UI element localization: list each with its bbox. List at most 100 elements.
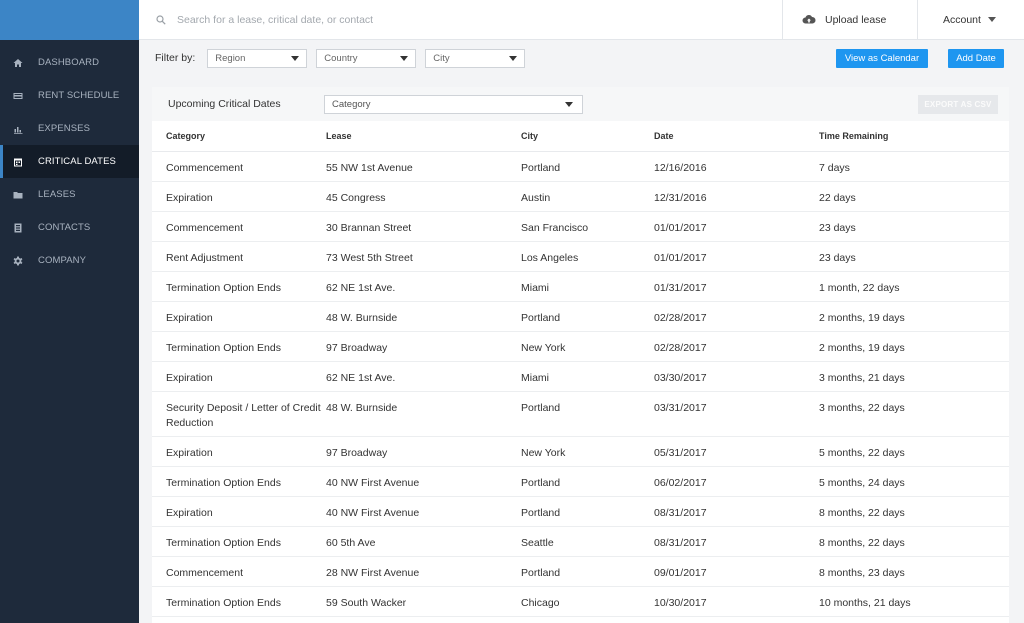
cell-category: Expiration	[152, 436, 326, 467]
cell-category: Termination Option Ends	[152, 466, 326, 497]
cell-date: 08/31/2017	[654, 526, 819, 557]
cell-date: 02/28/2017	[654, 301, 819, 332]
cell-city: Miami	[521, 271, 654, 302]
cell-lease: 62 NE 1st Ave.	[326, 361, 521, 392]
top-bar: Upload lease Account	[139, 0, 1024, 40]
table-row[interactable]: Termination Option Ends 62 NE 1st Ave. Mia…	[152, 271, 1009, 302]
table-row[interactable]: Commencement 30 Brannan Street San Francis…	[152, 211, 1009, 242]
cell-city: Portland	[521, 556, 654, 587]
cell-category: Commencement	[152, 556, 326, 587]
table-row[interactable]: Termination Option Ends 40 NW First Avenu…	[152, 466, 1009, 497]
column-header-city[interactable]: City	[521, 121, 654, 152]
category-select-value: Category	[332, 99, 371, 110]
cell-category: Expiration	[152, 496, 326, 527]
logo-bar[interactable]	[0, 0, 139, 40]
table-row[interactable]: Expiration 45 Congress Austin 12/31/2016 22 …	[152, 181, 1009, 212]
cell-lease: 40 NW First Avenue	[326, 466, 521, 497]
cell-time-remaining: 23 days	[819, 241, 1009, 272]
cell-city: Portland	[521, 496, 654, 527]
cell-lease: 59 South Wacker	[326, 586, 521, 617]
export-csv-button[interactable]: EXPORT AS CSV	[918, 95, 998, 114]
cell-lease: 40 NW First Avenue	[326, 496, 521, 527]
table-row[interactable]: Expiration 62 NE 1st Ave. Miami 03/30/2017 3…	[152, 361, 1009, 392]
sidebar-item-expenses[interactable]: EXPENSES	[0, 112, 139, 145]
sidebar-item-dashboard[interactable]: DASHBOARD	[0, 46, 139, 79]
cell-category: Termination Option Ends	[152, 331, 326, 362]
city-select-value: City	[433, 52, 450, 64]
region-select-value: Region	[215, 52, 246, 64]
cell-date: 03/31/2017	[654, 391, 819, 437]
cell-category: Expiration	[152, 361, 326, 392]
contact-book-icon	[13, 223, 23, 233]
table-row[interactable]: Expiration 48 W. Burnside Portland 02/28/20…	[152, 301, 1009, 332]
cell-city: Portland	[521, 466, 654, 497]
cell-city: Portland	[521, 151, 654, 182]
table-row[interactable]: Commencement 28 NW First Avenue Portland 09…	[152, 556, 1009, 587]
sidebar-item-critical-dates[interactable]: CRITICAL DATES	[0, 145, 139, 178]
table-row[interactable]: Expiration 97 Broadway New York 05/31/2017 5…	[152, 436, 1009, 467]
cell-date: 12/31/2016	[654, 181, 819, 212]
search-box	[139, 0, 782, 39]
cell-category: Commencement	[152, 151, 326, 182]
column-header-date[interactable]: Date	[654, 121, 819, 152]
cell-lease: 28 NW First Avenue	[326, 556, 521, 587]
sidebar-nav: DASHBOARD RENT SCHEDULE EXPENSES CRITICA…	[0, 40, 139, 277]
cell-lease: 48 W. Burnside	[326, 391, 521, 437]
cell-date: 12/16/2016	[654, 151, 819, 182]
sidebar-item-label: CRITICAL DATES	[38, 156, 116, 167]
account-menu[interactable]: Account	[917, 0, 1024, 39]
cell-lease: 62 NE 1st Ave.	[326, 271, 521, 302]
cell-time-remaining: 22 days	[819, 181, 1009, 212]
search-input[interactable]	[177, 13, 577, 26]
table-row[interactable]: Termination Option Ends 59 South Wacker Ch…	[152, 586, 1009, 617]
cell-time-remaining: 2 months, 19 days	[819, 331, 1009, 362]
cell-city: Chicago	[521, 586, 654, 617]
cell-date: 03/30/2017	[654, 361, 819, 392]
cell-city: Portland	[521, 301, 654, 332]
region-select[interactable]: Region	[207, 48, 308, 68]
sidebar-item-company[interactable]: COMPANY	[0, 244, 139, 277]
cell-lease: 60 5th Ave	[326, 526, 521, 557]
cell-time-remaining: 3 months, 21 days	[819, 361, 1009, 392]
table-row[interactable]: Rent Adjustment 73 West 5th Street Los Ang…	[152, 241, 1009, 272]
cell-date: 01/01/2017	[654, 211, 819, 242]
view-as-calendar-button[interactable]: View as Calendar	[836, 49, 928, 68]
cell-time-remaining: 8 months, 22 days	[819, 496, 1009, 527]
bar-chart-icon	[13, 124, 23, 134]
city-select[interactable]: City	[425, 48, 526, 68]
cell-category: Termination Option Ends	[152, 526, 326, 557]
cell-time-remaining: 3 months, 22 days	[819, 391, 1009, 437]
card-header: Upcoming Critical Dates Category EXPORT …	[152, 87, 1009, 121]
column-header-lease[interactable]: Lease	[326, 121, 521, 152]
add-date-button[interactable]: Add Date	[948, 49, 1004, 68]
table-row[interactable]: Termination Option Ends 97 Broadway New Yo…	[152, 331, 1009, 362]
filter-label: Filter by:	[155, 52, 196, 64]
cell-time-remaining: 5 months, 24 days	[819, 466, 1009, 497]
upload-lease-button[interactable]: Upload lease	[782, 0, 917, 39]
country-select[interactable]: Country	[316, 48, 417, 68]
sidebar-item-label: RENT SCHEDULE	[38, 90, 120, 101]
cell-date: 06/02/2017	[654, 466, 819, 497]
cell-date: 10/30/2017	[654, 586, 819, 617]
cell-lease: 97 Broadway	[326, 331, 521, 362]
sidebar-item-leases[interactable]: LEASES	[0, 178, 139, 211]
category-select[interactable]: Category	[324, 95, 583, 114]
cell-date: 05/31/2017	[654, 436, 819, 467]
table-row[interactable]: Security Deposit / Letter of Credit Redu…	[152, 391, 1009, 437]
table-row[interactable]: Expiration 40 NW First Avenue Portland 08/3…	[152, 496, 1009, 527]
cell-time-remaining: 8 months, 22 days	[819, 526, 1009, 557]
cell-category: Security Deposit / Letter of Credit Redu…	[152, 391, 326, 437]
chevron-down-icon	[509, 55, 518, 61]
cell-time-remaining: 8 months, 23 days	[819, 556, 1009, 587]
column-header-category[interactable]: Category	[152, 121, 326, 152]
critical-dates-table: Category Lease City Date Time Remaining …	[152, 121, 1009, 617]
sidebar-item-rent-schedule[interactable]: RENT SCHEDULE	[0, 79, 139, 112]
cell-date: 01/31/2017	[654, 271, 819, 302]
cell-city: Portland	[521, 391, 654, 437]
table-row[interactable]: Commencement 55 NW 1st Avenue Portland 12/1…	[152, 151, 1009, 182]
cell-lease: 45 Congress	[326, 181, 521, 212]
column-header-time-remaining[interactable]: Time Remaining	[819, 121, 1009, 152]
sidebar-item-contacts[interactable]: CONTACTS	[0, 211, 139, 244]
table-row[interactable]: Termination Option Ends 60 5th Ave Seattle…	[152, 526, 1009, 557]
cell-city: Seattle	[521, 526, 654, 557]
